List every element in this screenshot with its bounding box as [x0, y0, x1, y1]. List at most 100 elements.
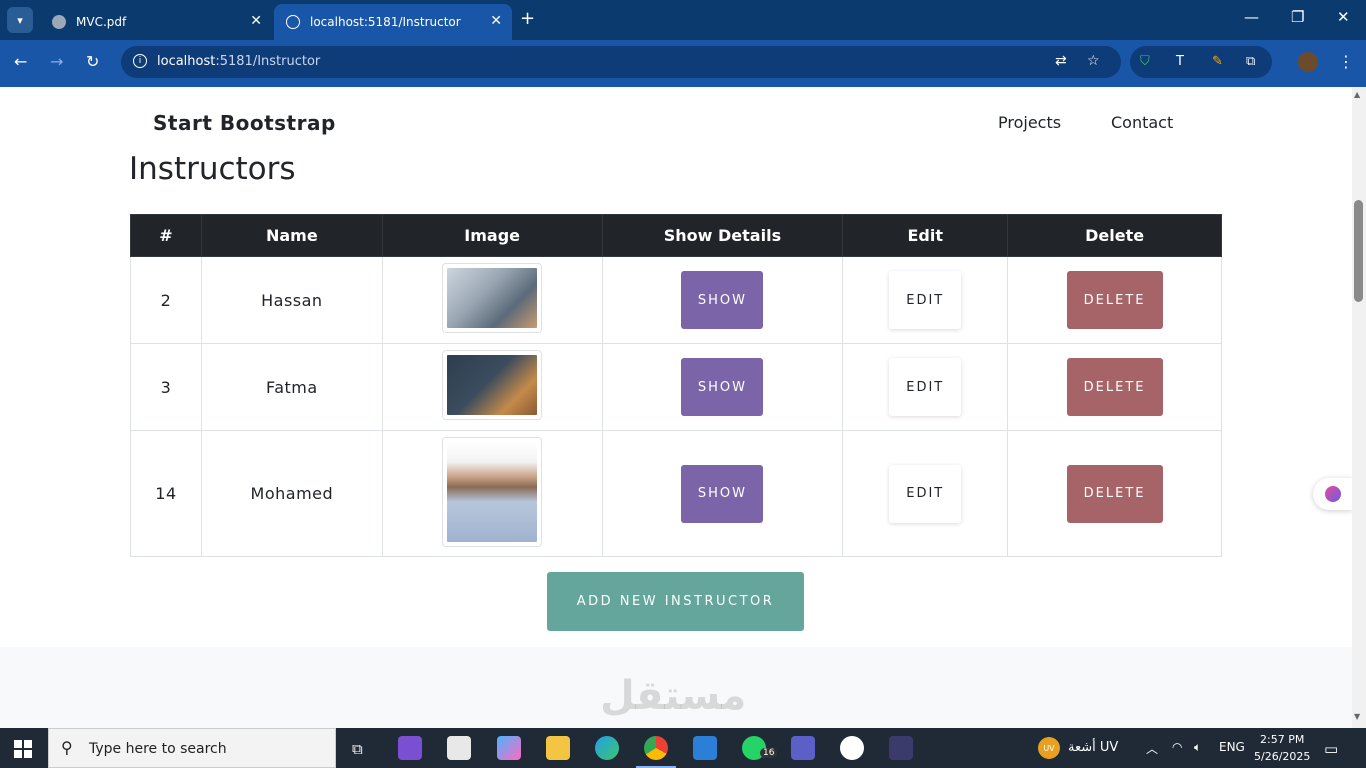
url-path: :5181/Instructor [215, 54, 321, 69]
tab-search-button[interactable]: ▾ [7, 7, 33, 33]
weather-text[interactable]: أشعة UV [1068, 740, 1118, 755]
search-placeholder: Type here to search [89, 741, 227, 757]
nav-link-projects[interactable]: Projects [998, 113, 1061, 132]
notifications-icon[interactable]: ▭ [1324, 740, 1338, 758]
nav-link-contact[interactable]: Contact [1111, 113, 1173, 132]
show-button[interactable]: SHOW [681, 358, 764, 416]
address-bar[interactable]: i localhost:5181/Instructor ⇄ ☆ [121, 46, 1121, 78]
show-hidden-icons-chevron-icon[interactable]: ︿ [1146, 740, 1158, 757]
close-tab-icon[interactable]: ✕ [490, 13, 502, 29]
clock-date: 5/26/2025 [1254, 750, 1311, 763]
instructor-id: 3 [130, 343, 202, 431]
terminal-icon[interactable] [889, 736, 913, 760]
globe-icon [286, 15, 300, 29]
instructor-name: Mohamed [200, 430, 383, 557]
edge-icon[interactable] [595, 736, 619, 760]
taskbar-search-box[interactable]: ⚲ Type here to search [48, 728, 336, 768]
microsoft-store-icon[interactable] [447, 736, 471, 760]
back-arrow-icon[interactable]: ← [14, 52, 27, 71]
instructor-id: 14 [130, 430, 202, 557]
show-button[interactable]: SHOW [681, 464, 764, 523]
profile-avatar[interactable] [1298, 52, 1318, 72]
pdf-tab-icon [52, 15, 66, 29]
close-tab-icon[interactable]: ✕ [250, 13, 262, 29]
instructor-photo [442, 263, 543, 333]
edit-button[interactable]: EDIT [889, 358, 962, 416]
page-title: Instructors [129, 151, 296, 187]
minimize-icon[interactable]: — [1244, 8, 1259, 26]
table-row: 2 Hassan SHOW EDIT DELETE [130, 256, 1222, 344]
navbar-brand[interactable]: Start Bootstrap [153, 111, 336, 135]
column-header-delete: Delete [1007, 214, 1222, 257]
tab-instructor[interactable]: localhost:5181/Instructor ✕ [274, 4, 512, 40]
edit-button[interactable]: EDIT [889, 271, 962, 329]
edit-button[interactable]: EDIT [889, 464, 962, 523]
task-view-icon[interactable]: ⧉ [352, 740, 363, 758]
instructor-photo [442, 350, 543, 420]
search-icon: ⚲ [61, 738, 73, 757]
tab-mvc-pdf[interactable]: MVC.pdf ✕ [40, 4, 272, 40]
bookmark-star-icon[interactable]: ☆ [1087, 53, 1100, 69]
file-explorer-icon[interactable] [546, 736, 570, 760]
notification-badge: 16 [760, 748, 778, 758]
pen-extension-icon[interactable]: ✎ [1212, 54, 1223, 69]
forward-arrow-icon[interactable]: → [50, 52, 63, 71]
instructor-photo [442, 436, 543, 547]
web-page: Start Bootstrap Projects Contact Instruc… [0, 87, 1352, 728]
column-header-id: # [130, 214, 202, 257]
watermark-logo: مستقل [600, 673, 747, 719]
wifi-icon[interactable]: ◠ [1172, 740, 1182, 754]
clock-time: 2:57 PM [1260, 733, 1305, 746]
instructor-id: 2 [130, 256, 202, 344]
browser-tab-bar: ▾ MVC.pdf ✕ localhost:5181/Instructor ✕ … [0, 0, 1366, 40]
address-text[interactable]: localhost:5181/Instructor [157, 54, 320, 69]
maximize-icon[interactable]: ❐ [1291, 8, 1304, 26]
column-header-show-details: Show Details [601, 214, 844, 257]
window-close-icon[interactable]: ✕ [1337, 8, 1350, 26]
volume-icon[interactable]: 🔈︎ [1194, 740, 1201, 755]
windows-start-icon[interactable] [14, 740, 32, 758]
site-info-icon[interactable]: i [133, 54, 147, 68]
table-row: 3 Fatma SHOW EDIT DELETE [130, 343, 1222, 431]
scroll-down-arrow-icon[interactable]: ▼ [1354, 712, 1360, 721]
table-row: 14 Mohamed SHOW EDIT DELETE [130, 430, 1222, 557]
chrome-icon[interactable] [644, 736, 668, 760]
teams-icon[interactable] [791, 736, 815, 760]
copilot-icon[interactable] [497, 736, 521, 760]
text-extension-icon[interactable]: T [1176, 54, 1184, 69]
scrollbar-thumb[interactable] [1354, 200, 1363, 302]
browser-toolbar: ← → ↻ i localhost:5181/Instructor ⇄ ☆ ⛉ … [0, 40, 1366, 87]
visual-studio-icon[interactable] [398, 736, 422, 760]
uv-weather-icon[interactable]: UV [1038, 737, 1060, 759]
instructor-name: Fatma [200, 343, 383, 431]
column-header-edit: Edit [842, 214, 1009, 257]
brain-icon [1324, 486, 1341, 502]
show-button[interactable]: SHOW [681, 271, 764, 329]
more-menu-icon[interactable]: ⋮ [1338, 52, 1354, 71]
vscode-icon[interactable] [693, 736, 717, 760]
instructors-table: # Name Image Show Details Edit Delete 2 … [130, 214, 1222, 557]
translate-icon[interactable]: ⇄ [1055, 53, 1067, 69]
floating-assistant-button[interactable] [1313, 478, 1352, 510]
new-tab-button[interactable]: + [520, 8, 535, 29]
windows-taskbar: ⚲ Type here to search ⧉ 16 UV أشعة UV ︿ … [0, 728, 1366, 768]
tab-title: MVC.pdf [76, 15, 127, 29]
column-header-name: Name [200, 214, 383, 257]
tab-title: localhost:5181/Instructor [310, 15, 461, 29]
page-scrollbar[interactable] [1352, 87, 1366, 728]
language-indicator[interactable]: ENG [1219, 740, 1245, 754]
instructor-name: Hassan [200, 256, 383, 344]
puzzle-extensions-icon[interactable]: ⧉ [1246, 54, 1255, 69]
media-player-icon[interactable] [840, 736, 864, 760]
column-header-image: Image [381, 214, 603, 257]
scroll-up-arrow-icon[interactable]: ▲ [1354, 90, 1360, 99]
reload-icon[interactable]: ↻ [86, 52, 99, 71]
delete-button[interactable]: DELETE [1066, 464, 1163, 523]
table-header-row: # Name Image Show Details Edit Delete [130, 214, 1222, 257]
shield-extension-icon[interactable]: ⛉ [1140, 54, 1150, 69]
url-host: localhost [157, 54, 216, 69]
delete-button[interactable]: DELETE [1066, 358, 1163, 416]
add-new-instructor-button[interactable]: ADD NEW INSTRUCTOR [547, 572, 804, 631]
taskbar-clock[interactable]: 2:57 PM 5/26/2025 [1254, 731, 1310, 765]
delete-button[interactable]: DELETE [1066, 271, 1163, 329]
